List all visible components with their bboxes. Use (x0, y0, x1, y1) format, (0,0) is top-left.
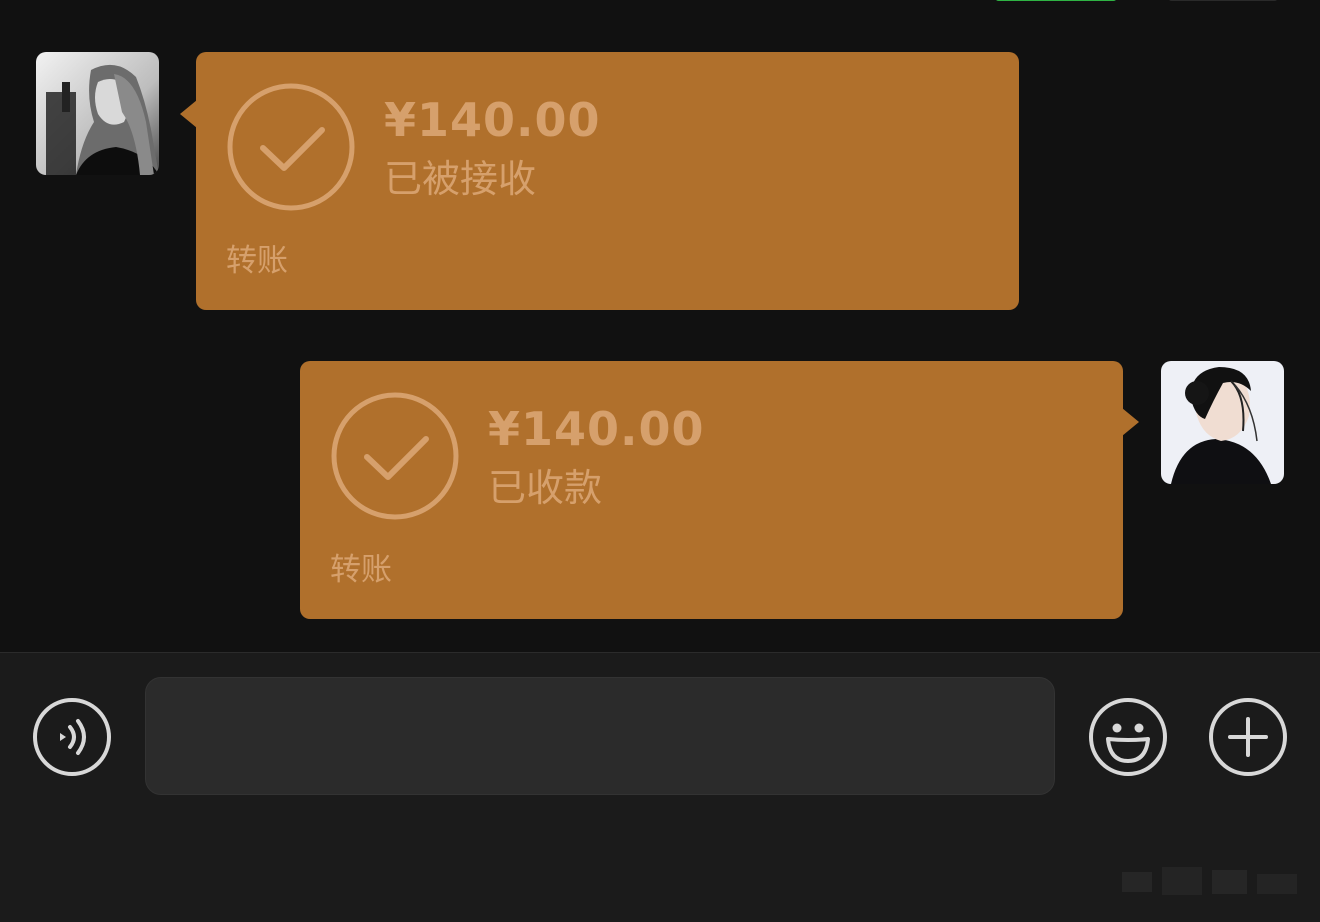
transfer-bubble-collected[interactable]: ¥140.00 已收款 转账 (300, 361, 1139, 619)
plus-icon[interactable] (1208, 697, 1288, 777)
check-circle-icon (227, 83, 355, 211)
transfer-status: 已被接收 (384, 157, 537, 201)
avatar-monochrome-photo (36, 52, 159, 175)
voice-icon[interactable] (32, 697, 112, 777)
contact-avatar[interactable] (36, 52, 159, 175)
top-status-indicator (995, 0, 1117, 1)
transfer-status: 已收款 (488, 466, 603, 510)
watermark-noise (1122, 867, 1297, 895)
transfer-label: 转账 (226, 243, 288, 279)
message-input[interactable] (145, 677, 1055, 795)
user-avatar[interactable] (1161, 361, 1284, 484)
check-circle-icon (331, 392, 459, 520)
emoji-icon[interactable] (1088, 697, 1168, 777)
bubble-tail (1122, 408, 1139, 436)
transfer-bubble-received[interactable]: ¥140.00 已被接收 转账 (180, 52, 1019, 310)
bubble-tail (180, 100, 197, 128)
avatar-portrait-photo (1161, 361, 1284, 484)
chat-screen: ¥140.00 已被接收 转账 ¥140.00 已收款 转账 (0, 0, 1320, 922)
top-partial-element (1168, 0, 1278, 1)
transfer-label: 转账 (330, 552, 392, 588)
transfer-amount: ¥140.00 (384, 93, 601, 147)
transfer-amount: ¥140.00 (488, 402, 705, 456)
